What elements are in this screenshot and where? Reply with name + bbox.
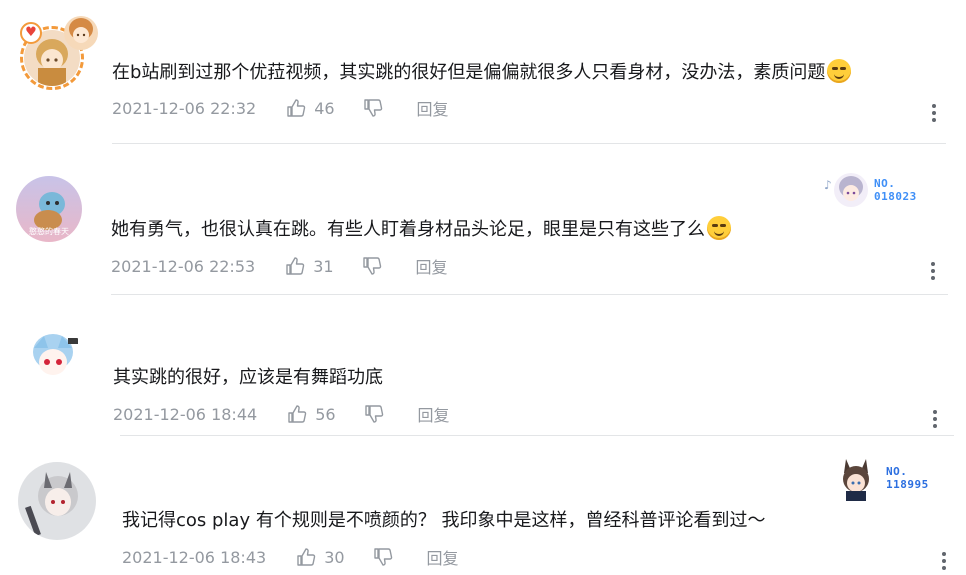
- comment-text-body: 我记得cos play 有个规则是不喷颜的？ 我印象中是这样，曾经科普评论看到过…: [122, 510, 766, 531]
- dislike-button[interactable]: [363, 98, 383, 118]
- reply-button[interactable]: 回复: [417, 96, 449, 120]
- comment-text: 我记得cos play 有个规则是不喷颜的？ 我印象中是这样，曾经科普评论看到过…: [122, 509, 766, 533]
- chibi-girl-avatar: [22, 326, 84, 388]
- music-note-icon: ♪: [824, 178, 832, 192]
- dislike-button[interactable]: [364, 404, 384, 424]
- thumbs-up-icon: [288, 405, 307, 423]
- badge-girl-icon: [834, 455, 880, 501]
- fan-badge-number: NO. 018023: [874, 177, 917, 203]
- arknights-girl-avatar: [18, 462, 96, 540]
- comment-text-body: 在b站刷到过那个优菈视频，其实跳的很好但是偏偏就很多人只看身材，没办法，素质问题: [112, 62, 826, 83]
- comment-meta: 2021-12-06 22:53 31 回复: [111, 254, 448, 278]
- comment-text: 她有勇气，也很认真在跳。有些人盯着身材品头论足，眼里是只有这些了么: [111, 216, 731, 242]
- sly-emoji-icon: [707, 216, 731, 240]
- comment-meta: 2021-12-06 22:32 46 回复: [112, 96, 449, 120]
- divider: [112, 143, 946, 144]
- more-options-icon[interactable]: [940, 552, 948, 574]
- heart-icon: ♥: [20, 22, 42, 44]
- pendant-girl-icon: [64, 16, 98, 50]
- like-count: 31: [313, 256, 334, 276]
- comment-time: 2021-12-06 18:44: [113, 404, 258, 424]
- comment-text: 在b站刷到过那个优菈视频，其实跳的很好但是偏偏就很多人只看身材，没办法，素质问题: [112, 59, 852, 85]
- badge-girl-icon: [834, 173, 868, 207]
- like-button[interactable]: 46: [286, 98, 335, 118]
- more-options-icon[interactable]: [931, 410, 939, 432]
- like-count: 30: [324, 547, 345, 567]
- thumbs-up-icon: [286, 257, 305, 275]
- thumbs-down-icon: [373, 548, 392, 566]
- divider: [111, 294, 948, 295]
- dislike-button[interactable]: [362, 256, 382, 276]
- comment-text-body: 她有勇气，也很认真在跳。有些人盯着身材品头论足，眼里是只有这些了么: [111, 219, 705, 240]
- comment-text: 其实跳的很好，应该是有舞蹈功底: [113, 366, 383, 390]
- smug-emoji-icon: [827, 59, 852, 83]
- thumbs-up-icon: [287, 99, 306, 117]
- avatar[interactable]: [18, 462, 96, 540]
- reply-button[interactable]: 回复: [427, 545, 459, 569]
- avatar[interactable]: [22, 326, 92, 396]
- thumbs-down-icon: [362, 257, 381, 275]
- reply-button[interactable]: 回复: [416, 254, 448, 278]
- reply-button[interactable]: 回复: [418, 402, 450, 426]
- comment-time: 2021-12-06 18:43: [122, 547, 267, 567]
- thumbs-down-icon: [364, 405, 383, 423]
- like-button[interactable]: 56: [287, 404, 336, 424]
- comment-text-body: 其实跳的很好，应该是有舞蹈功底: [113, 367, 383, 388]
- like-button[interactable]: 31: [285, 256, 334, 276]
- like-count: 56: [315, 404, 336, 424]
- comment-meta: 2021-12-06 18:44 56 回复: [113, 402, 450, 426]
- comment-time: 2021-12-06 22:32: [112, 98, 257, 118]
- thumbs-down-icon: [363, 99, 382, 117]
- like-count: 46: [314, 98, 335, 118]
- dislike-button[interactable]: [373, 547, 393, 567]
- more-options-icon[interactable]: [929, 262, 937, 284]
- comment-meta: 2021-12-06 18:43 30 回复: [122, 545, 459, 569]
- fan-badge: NO. 118995: [834, 455, 929, 501]
- avatar[interactable]: 憨憨的春天: [16, 176, 86, 246]
- like-button[interactable]: 30: [296, 547, 345, 567]
- divider: [120, 435, 954, 436]
- thumbs-up-icon: [297, 548, 316, 566]
- avatar[interactable]: ♥: [20, 16, 98, 100]
- fan-badge: ♪ NO. 018023: [824, 172, 917, 208]
- avatar-caption: 憨憨的春天: [29, 226, 69, 236]
- more-options-icon[interactable]: [930, 104, 938, 126]
- fan-badge-number: NO. 118995: [886, 465, 929, 491]
- squirtle-avatar: 憨憨的春天: [16, 176, 82, 242]
- comment-time: 2021-12-06 22:53: [111, 256, 256, 276]
